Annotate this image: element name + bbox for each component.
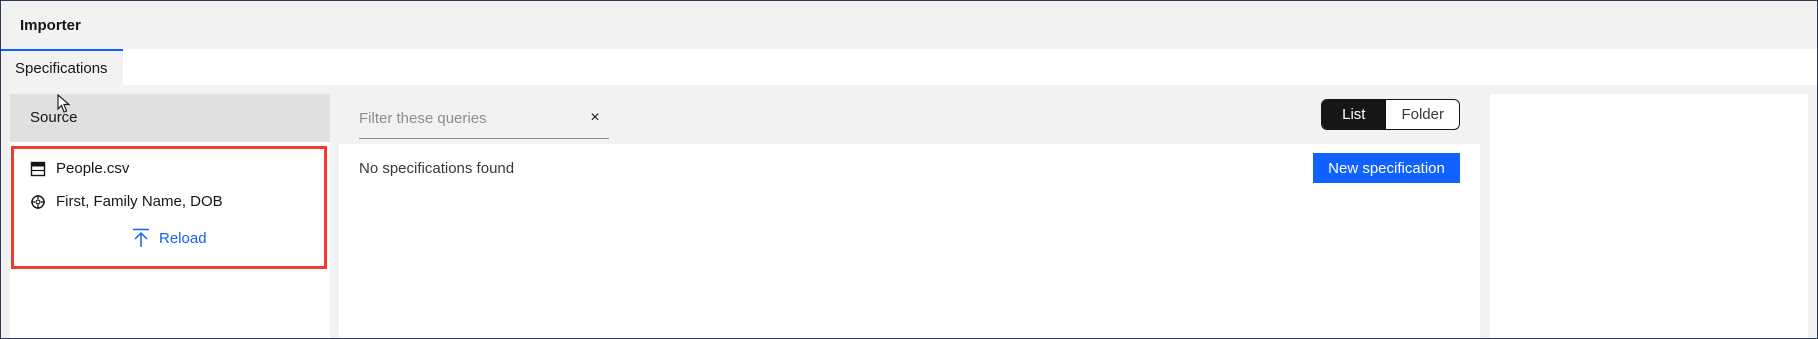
reload-label: Reload: [159, 229, 207, 247]
empty-state-message: No specifications found: [359, 160, 515, 177]
source-file-name: People.csv: [56, 160, 130, 177]
source-file-row: People.csv: [30, 160, 129, 177]
workspace: Source People.csv First, Family Name, DO…: [1, 85, 1817, 338]
source-fields-list: First, Family Name, DOB: [56, 193, 223, 210]
reload-button[interactable]: Reload: [132, 228, 207, 248]
app-title: Importer: [20, 17, 81, 34]
clear-filter-icon[interactable]: ×: [587, 110, 603, 126]
crosshair-target-icon: [30, 194, 46, 210]
app-window: Importer Specifications Source People.cs…: [0, 0, 1818, 339]
mouse-pointer-icon: [57, 94, 71, 113]
tab-label: Specifications: [15, 60, 108, 77]
view-toggle: List Folder: [1321, 99, 1460, 130]
source-details-box: People.csv First, Family Name, DOB Reloa…: [11, 146, 327, 269]
source-panel: Source People.csv First, Family Name, DO…: [10, 94, 330, 338]
details-panel: [1490, 94, 1808, 338]
specifications-panel: × List Folder No specifications found Ne…: [339, 94, 1480, 338]
specifications-list: No specifications found New specificatio…: [339, 144, 1480, 338]
tab-specifications[interactable]: Specifications: [1, 49, 123, 85]
upload-arrow-icon: [132, 228, 150, 248]
title-bar: Importer: [1, 1, 1817, 50]
filter-input[interactable]: [359, 99, 569, 137]
table-file-icon: [30, 161, 46, 177]
filter-field: ×: [359, 99, 609, 139]
new-specification-button[interactable]: New specification: [1313, 153, 1460, 183]
tab-strip: Specifications: [1, 49, 1817, 85]
view-list-option[interactable]: List: [1322, 100, 1386, 129]
source-fields-row: First, Family Name, DOB: [30, 193, 223, 210]
view-folder-option[interactable]: Folder: [1385, 100, 1459, 129]
